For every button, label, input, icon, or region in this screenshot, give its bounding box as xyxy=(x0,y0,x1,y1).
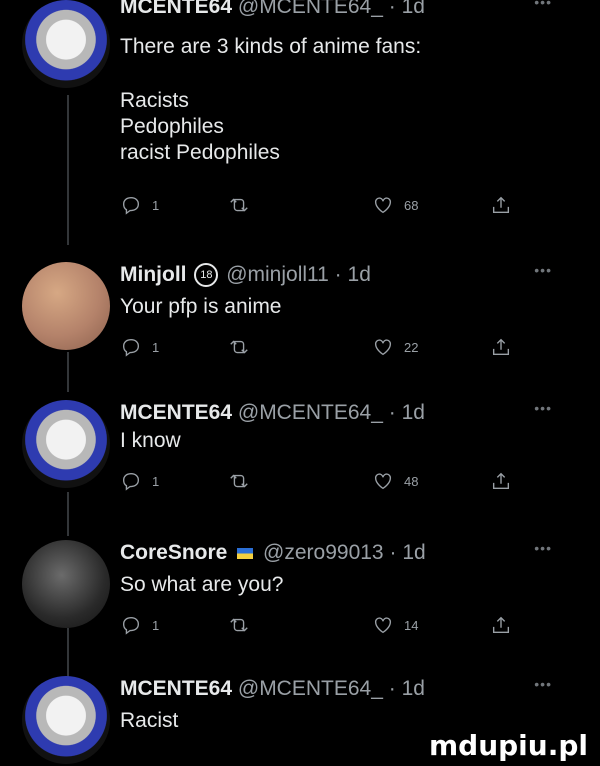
watermark: mdupiu.pl xyxy=(428,729,588,762)
avatar[interactable] xyxy=(22,400,110,488)
share-button[interactable] xyxy=(490,336,512,358)
share-icon xyxy=(492,338,510,356)
reply-count: 1 xyxy=(152,197,160,213)
reply-icon xyxy=(122,196,140,215)
handle[interactable]: @zero99013 xyxy=(263,541,384,564)
separator: · xyxy=(388,0,396,18)
tweet-text: There are 3 kinds of anime fans: Racists… xyxy=(120,34,580,166)
handle[interactable]: @MCENTE64_ xyxy=(238,677,383,700)
tweet-actions: 1 14 xyxy=(120,614,520,638)
reply-button[interactable]: 1 xyxy=(120,470,159,492)
tweet-text-line: Pedophiles xyxy=(120,115,224,138)
like-button[interactable]: 14 xyxy=(372,614,418,636)
reply-count: 1 xyxy=(152,339,160,355)
tweet-header: CoreSnore @zero99013 · 1d xyxy=(120,540,580,566)
separator: · xyxy=(388,677,396,700)
retweet-button[interactable] xyxy=(228,194,250,216)
retweet-button[interactable] xyxy=(228,614,250,636)
ukraine-flag-icon xyxy=(237,547,254,559)
tweet-header: Minjoll 18 @minjoll11 · 1d xyxy=(120,262,580,288)
reply-icon xyxy=(122,338,140,357)
retweet-icon xyxy=(230,198,248,212)
tweet-text-line: There are 3 kinds of anime fans: xyxy=(120,35,422,58)
retweet-icon xyxy=(230,618,248,632)
display-name[interactable]: MCENTE64 xyxy=(120,401,232,424)
share-button[interactable] xyxy=(490,614,512,636)
tweet-actions: 1 48 xyxy=(120,470,520,494)
like-button[interactable]: 22 xyxy=(372,336,418,358)
display-name[interactable]: CoreSnore xyxy=(120,541,227,564)
handle[interactable]: @minjoll11 xyxy=(226,263,329,286)
tweet-text: I know xyxy=(120,428,580,454)
tweet-text-line: So what are you? xyxy=(120,573,284,596)
retweet-button[interactable] xyxy=(228,470,250,492)
like-count: 68 xyxy=(404,197,419,213)
like-count: 22 xyxy=(404,339,419,355)
reply-button[interactable]: 1 xyxy=(120,194,159,216)
separator: · xyxy=(389,541,397,564)
reply-count: 1 xyxy=(152,617,160,633)
like-button[interactable]: 48 xyxy=(372,470,418,492)
share-icon xyxy=(492,472,510,490)
tweet-actions: 1 68 xyxy=(120,194,520,218)
tweet-text-line: Racists xyxy=(120,89,189,112)
heart-icon xyxy=(374,197,392,214)
retweet-icon xyxy=(230,340,248,354)
heart-icon xyxy=(374,473,392,490)
more-icon[interactable]: ••• xyxy=(534,0,552,10)
separator: · xyxy=(388,401,396,424)
retweet-icon xyxy=(230,474,248,488)
timestamp[interactable]: 1d xyxy=(348,263,371,286)
tweet-text-line: Your pfp is anime xyxy=(120,295,282,318)
timestamp[interactable]: 1d xyxy=(402,677,425,700)
reply-icon xyxy=(122,616,140,635)
avatar[interactable] xyxy=(22,0,110,88)
display-name[interactable]: MCENTE64 xyxy=(120,677,232,700)
tweet-header: MCENTE64 @MCENTE64_ · 1d xyxy=(120,0,580,20)
avatar[interactable] xyxy=(22,540,110,628)
tweet-text-line: I know xyxy=(120,429,181,452)
handle[interactable]: @MCENTE64_ xyxy=(238,0,383,18)
heart-icon xyxy=(374,617,392,634)
share-icon xyxy=(492,616,510,634)
tweet-header: MCENTE64 @MCENTE64_ · 1d xyxy=(120,676,580,702)
tweet-actions: 1 22 xyxy=(120,336,520,360)
timestamp[interactable]: 1d xyxy=(402,541,425,564)
more-icon[interactable]: ••• xyxy=(534,676,552,692)
share-button[interactable] xyxy=(490,194,512,216)
timestamp[interactable]: 1d xyxy=(402,0,425,18)
share-icon xyxy=(492,196,510,214)
more-icon[interactable]: ••• xyxy=(534,262,552,278)
reply-count: 1 xyxy=(152,473,160,489)
retweet-button[interactable] xyxy=(228,336,250,358)
tweet-text: So what are you? xyxy=(120,572,580,598)
heart-icon xyxy=(374,339,392,356)
display-name[interactable]: Minjoll xyxy=(120,263,187,286)
age-badge-icon: 18 xyxy=(194,263,219,288)
like-button[interactable]: 68 xyxy=(372,194,418,216)
reply-button[interactable]: 1 xyxy=(120,336,159,358)
more-icon[interactable]: ••• xyxy=(534,540,552,556)
tweet-header: MCENTE64 @MCENTE64_ · 1d xyxy=(120,400,580,426)
timestamp[interactable]: 1d xyxy=(402,401,425,424)
share-button[interactable] xyxy=(490,470,512,492)
reply-icon xyxy=(122,472,140,491)
tweet-text: Your pfp is anime xyxy=(120,294,580,320)
handle[interactable]: @MCENTE64_ xyxy=(238,401,383,424)
tweet-text-line: racist Pedophiles xyxy=(120,141,280,164)
more-icon[interactable]: ••• xyxy=(534,400,552,416)
avatar[interactable] xyxy=(22,262,110,350)
like-count: 14 xyxy=(404,617,419,633)
reply-button[interactable]: 1 xyxy=(120,614,159,636)
display-name[interactable]: MCENTE64 xyxy=(120,0,232,18)
separator: · xyxy=(334,263,342,286)
like-count: 48 xyxy=(404,473,419,489)
avatar[interactable] xyxy=(22,676,110,764)
